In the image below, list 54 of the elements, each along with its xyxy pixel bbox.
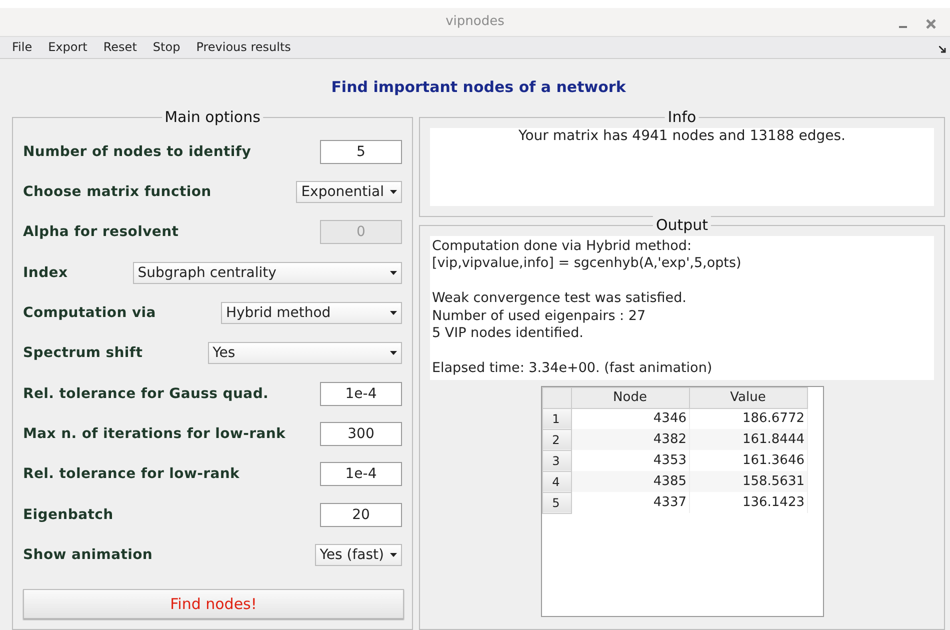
option-label: Rel. tolerance for Gauss quad. (23, 386, 269, 402)
dropdown[interactable]: Hybrid method (220, 302, 402, 324)
option-label: Index (23, 264, 68, 281)
corner-header (542, 387, 571, 408)
close-icon[interactable] (926, 19, 936, 29)
column-header: Node (571, 387, 689, 408)
column-header: Value (689, 387, 807, 408)
option-label: Alpha for resolvent (23, 224, 179, 240)
row-header: 5 (542, 492, 571, 514)
row-header: 2 (542, 429, 571, 450)
caret-icon (390, 351, 397, 356)
option-label: Rel. tolerance for low-rank (23, 466, 240, 482)
dropdown[interactable]: Yes (fast) (314, 544, 402, 566)
table-cell: 136.1423 (689, 492, 807, 514)
dropdown[interactable]: Subgraph centrality (132, 262, 402, 284)
menu-item[interactable]: Reset (103, 40, 137, 54)
input-field[interactable]: 300 (320, 422, 402, 446)
row-header: 3 (542, 450, 571, 472)
caret-icon (390, 190, 397, 194)
menu-item[interactable]: Previous results (196, 40, 291, 54)
table-cell: 4385 (571, 471, 689, 492)
option-label: Eigenbatch (23, 506, 114, 523)
caret-icon (390, 311, 397, 316)
caret-icon (390, 270, 397, 275)
dropdown[interactable]: Yes (208, 342, 402, 364)
row-header: 1 (542, 408, 571, 430)
table-cell: 4337 (571, 492, 689, 514)
input-field[interactable]: 5 (320, 140, 402, 164)
input-field[interactable]: 1e-4 (320, 462, 402, 486)
option-label: Number of nodes to identify (23, 144, 252, 160)
table-cell: 4382 (571, 429, 689, 450)
option-label: Show animation (23, 546, 153, 563)
dropdown[interactable]: Exponential (296, 181, 402, 204)
caret-icon (390, 552, 397, 557)
info-text: Your matrix has 4941 nodes and 13188 edges. (430, 128, 934, 206)
menu-item[interactable]: File (12, 40, 32, 54)
option-label: Spectrum shift (23, 345, 143, 362)
window-title: vipnodes (446, 14, 504, 30)
option-label: Max n. of iterations for low-rank (23, 426, 286, 442)
table-cell: 161.8444 (689, 429, 807, 450)
input-field[interactable]: 1e-4 (320, 382, 402, 406)
row-header: 4 (542, 471, 571, 492)
option-label: Computation via (23, 305, 156, 322)
panel-title: Main options (162, 108, 264, 126)
heading: Find important nodes of a network (330, 76, 627, 98)
input-field[interactable]: 20 (320, 502, 402, 527)
menu-item[interactable]: Export (48, 40, 88, 54)
output-text: Computation done via Hybrid method: [vip,vipvalue,info] = sgcenhyb(A,'exp',5,opts) Weak convergence test was satisfied. Number of used eigenpairs : 27 5 VIP nodes identified. Elapsed time: 3.34e+00. (fast animation) (430, 236, 934, 380)
menu-item[interactable]: Stop (152, 40, 180, 54)
panel-title: Output (652, 216, 712, 234)
table-cell: 158.5631 (689, 471, 807, 492)
corner-arrow-icon[interactable] (939, 46, 946, 53)
find-nodes-button[interactable]: Find nodes! (23, 589, 404, 619)
option-label: Choose matrix function (23, 184, 212, 200)
